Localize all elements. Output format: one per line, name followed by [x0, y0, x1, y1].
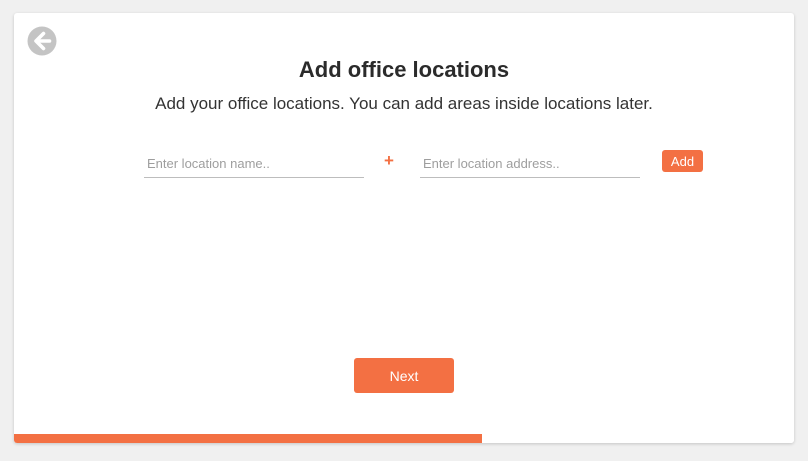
progress-bar — [14, 434, 794, 443]
add-location-button[interactable]: Add — [662, 150, 703, 172]
location-name-input[interactable] — [144, 150, 364, 178]
progress-bar-fill — [14, 434, 482, 443]
page-title: Add office locations — [298, 57, 510, 82]
onboarding-card: Add office locations Add your office loc… — [14, 13, 794, 443]
page-subtitle: Add your office locations. You can add a… — [155, 94, 653, 113]
plus-icon: + — [384, 151, 394, 170]
arrow-left-circle-icon — [27, 26, 57, 56]
location-address-input[interactable] — [420, 150, 640, 178]
back-button[interactable] — [27, 26, 57, 56]
next-button[interactable]: Next — [354, 358, 454, 393]
